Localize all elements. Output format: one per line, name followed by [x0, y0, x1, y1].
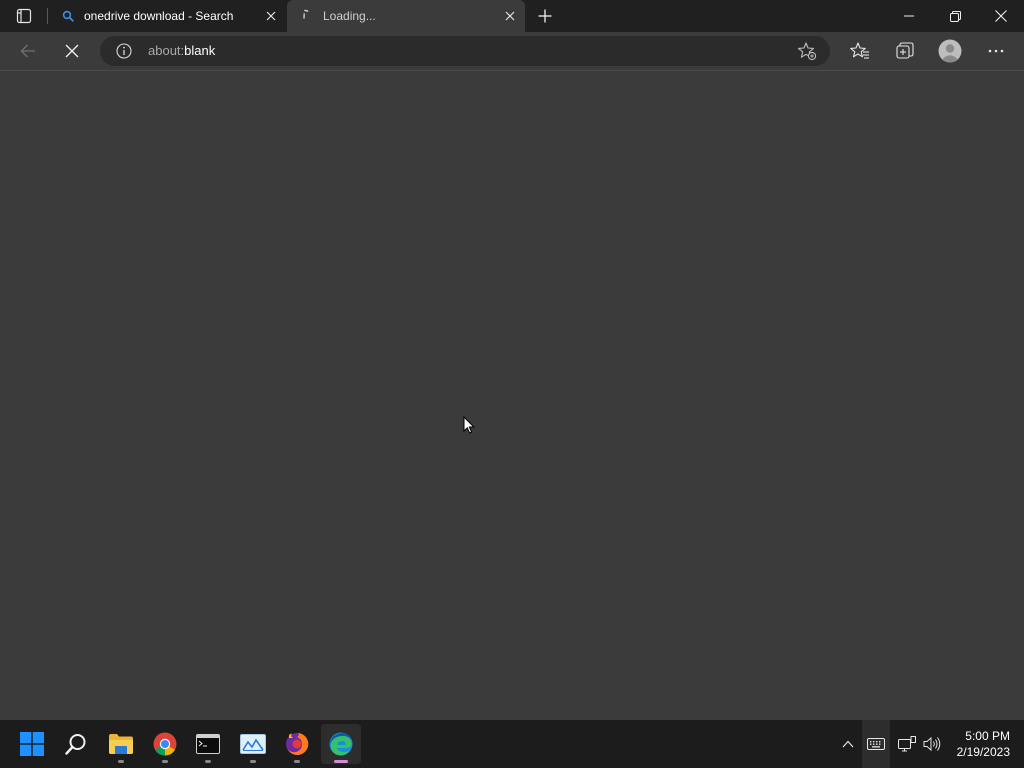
profile-button[interactable] — [935, 36, 965, 66]
avatar-icon — [938, 39, 962, 63]
file-explorer-button[interactable] — [101, 724, 141, 764]
restore-button[interactable] — [932, 0, 978, 32]
running-indicator — [205, 760, 211, 763]
touch-keyboard-button[interactable] — [862, 720, 890, 768]
tab-onedrive-search[interactable]: onedrive download - Search — [50, 0, 285, 32]
volume-button[interactable] — [922, 734, 942, 754]
running-indicator — [118, 760, 124, 763]
clock-date: 2/19/2023 — [956, 745, 1010, 759]
terminal-button[interactable] — [188, 724, 228, 764]
info-icon[interactable] — [116, 43, 132, 59]
network-icon — [898, 736, 916, 752]
network-button[interactable] — [897, 734, 917, 754]
url-scheme: about: — [148, 43, 185, 58]
close-window-button[interactable] — [978, 0, 1024, 32]
clock[interactable]: 5:00 PM 2/19/2023 — [950, 728, 1010, 760]
tab-loading[interactable]: Loading... — [287, 0, 525, 32]
stop-loading-button[interactable] — [57, 36, 87, 66]
mouse-cursor-icon — [463, 416, 475, 435]
chrome-icon — [153, 732, 177, 756]
running-indicator — [162, 760, 168, 763]
new-tab-button[interactable] — [534, 5, 556, 27]
close-icon — [505, 11, 515, 21]
tab-title: Loading... — [323, 9, 376, 23]
active-indicator — [334, 760, 348, 763]
start-button[interactable] — [12, 724, 52, 764]
tab-actions-button[interactable] — [8, 0, 40, 32]
edge-button[interactable] — [321, 724, 361, 764]
back-button[interactable] — [13, 36, 43, 66]
restore-icon — [949, 10, 961, 22]
address-bar[interactable]: about:blank — [100, 36, 830, 66]
favorites-button[interactable] — [845, 36, 875, 66]
favorites-icon — [850, 42, 869, 59]
firefox-icon — [286, 732, 309, 755]
close-tab-button[interactable] — [263, 8, 279, 24]
running-indicator — [294, 760, 300, 763]
show-hidden-icons-button[interactable] — [838, 734, 858, 754]
tab-bar: onedrive download - Search Loading... — [0, 0, 1024, 32]
star-add-icon — [797, 42, 817, 61]
chevron-up-icon — [842, 740, 854, 748]
photos-button[interactable] — [233, 724, 273, 764]
plus-icon — [538, 9, 552, 23]
volume-icon — [923, 736, 941, 752]
edge-icon — [329, 732, 353, 756]
terminal-icon — [196, 734, 220, 754]
tab-separator — [47, 8, 48, 24]
settings-menu-button[interactable] — [981, 36, 1011, 66]
search-icon — [60, 8, 76, 24]
tab-actions-icon — [16, 8, 32, 24]
running-indicator — [250, 760, 256, 763]
close-icon — [995, 10, 1007, 22]
back-arrow-icon — [20, 44, 35, 58]
keyboard-icon — [867, 738, 885, 750]
search-icon — [65, 734, 86, 755]
taskbar: 5:00 PM 2/19/2023 — [0, 720, 1024, 768]
close-tab-button[interactable] — [502, 8, 518, 24]
url-host: blank — [184, 43, 216, 58]
collections-button[interactable] — [890, 36, 920, 66]
folder-icon — [109, 734, 133, 754]
browser-toolbar: about:blank — [0, 32, 1024, 71]
url-text[interactable]: about:blank — [148, 43, 215, 59]
more-icon — [988, 49, 1004, 53]
clock-time: 5:00 PM — [965, 729, 1010, 743]
stop-icon — [65, 44, 79, 58]
minimize-icon — [904, 15, 914, 17]
page-content[interactable] — [0, 71, 1024, 720]
chrome-button[interactable] — [145, 724, 185, 764]
windows-logo-icon — [20, 732, 44, 756]
photos-icon — [240, 734, 266, 754]
collections-icon — [896, 42, 914, 59]
firefox-button[interactable] — [277, 724, 317, 764]
add-favorite-button[interactable] — [797, 41, 817, 61]
close-icon — [266, 11, 276, 21]
tab-title: onedrive download - Search — [84, 9, 234, 23]
loading-spinner-icon — [297, 8, 313, 24]
taskbar-search-button[interactable] — [56, 724, 96, 764]
minimize-button[interactable] — [886, 0, 932, 32]
